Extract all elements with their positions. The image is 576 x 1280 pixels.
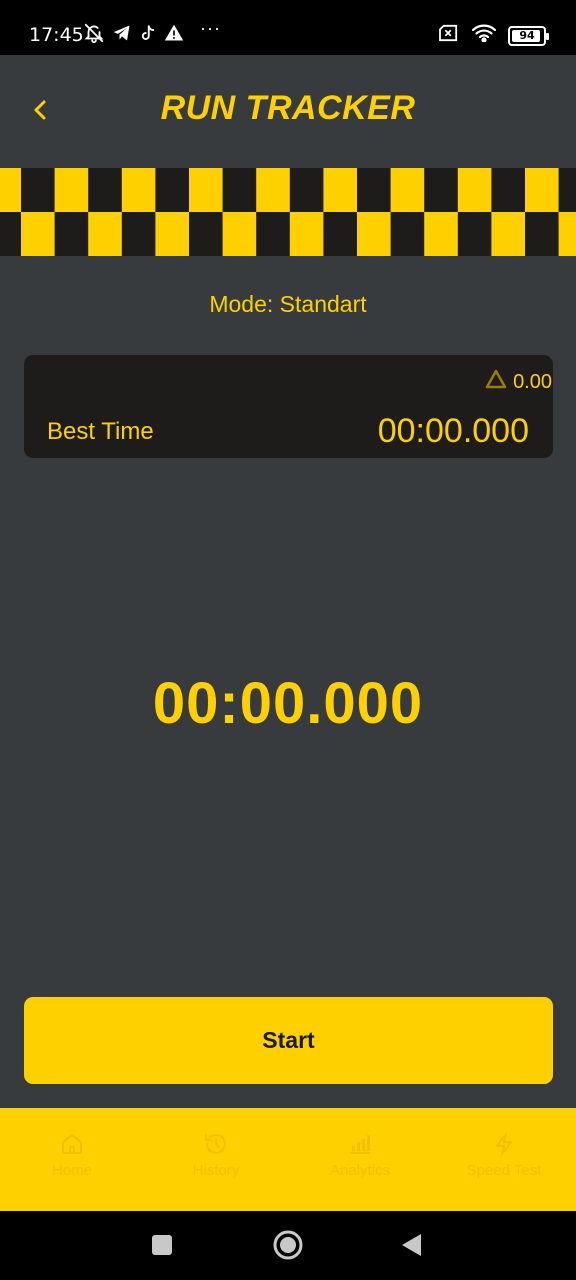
checker-square <box>491 212 526 256</box>
checker-square <box>54 168 89 212</box>
mode-label: Mode: Standart <box>209 291 367 317</box>
checker-square <box>289 168 324 212</box>
checker-square <box>54 212 89 256</box>
checker-square <box>0 212 22 256</box>
checker-square <box>390 212 425 256</box>
history-icon <box>203 1132 229 1156</box>
checker-square <box>323 168 358 212</box>
battery-level: 94 <box>519 29 535 42</box>
warning-icon <box>164 23 184 43</box>
checker-square <box>424 212 459 256</box>
recents-button[interactable] <box>151 1234 173 1261</box>
status-notification-icons <box>83 22 184 44</box>
nav-label: Speed Test <box>466 1162 542 1179</box>
checker-square <box>256 212 291 256</box>
checker-square <box>88 168 123 212</box>
checker-square <box>222 212 257 256</box>
status-system-icons: 94 <box>438 24 549 47</box>
best-time-value: 00:00.000 <box>377 412 529 450</box>
system-nav-bar <box>0 1211 576 1280</box>
delta-icon <box>485 369 507 395</box>
checker-square <box>21 212 56 256</box>
checker-square <box>256 168 291 212</box>
nav-item-speed-test[interactable]: Speed Test <box>432 1108 576 1211</box>
status-bar: 17:45 ··· 94 <box>0 0 576 55</box>
checker-square <box>323 212 358 256</box>
home-button[interactable] <box>272 1229 304 1266</box>
checker-square <box>525 168 560 212</box>
tiktok-icon <box>139 23 157 43</box>
timer-display: 00:00.000 <box>152 671 424 736</box>
battery-icon: 94 <box>508 25 549 46</box>
start-button[interactable]: Start <box>24 997 553 1084</box>
checker-square <box>121 212 156 256</box>
delta-value: 0.00 <box>513 370 552 393</box>
telegram-icon <box>112 23 132 43</box>
checker-square <box>491 168 526 212</box>
checker-square <box>457 168 492 212</box>
checker-square <box>558 212 576 256</box>
home-icon <box>60 1132 84 1156</box>
checker-square <box>558 168 576 212</box>
sim-off-icon <box>438 24 460 47</box>
status-time: 17:45 <box>29 24 84 46</box>
nav-item-history[interactable]: History <box>144 1108 288 1211</box>
checkered-flag-banner <box>0 168 576 256</box>
checker-square <box>0 168 22 212</box>
checker-square <box>21 168 56 212</box>
checker-square <box>457 212 492 256</box>
status-more-icon: ··· <box>200 18 221 38</box>
checker-square <box>357 212 392 256</box>
checker-square <box>88 212 123 256</box>
best-time-label: Best Time <box>47 418 154 445</box>
delta-indicator: 0.00 <box>485 369 552 395</box>
analytics-icon <box>348 1132 372 1156</box>
checker-square <box>424 168 459 212</box>
app-header: RUN TRACKER <box>0 55 576 168</box>
wifi-icon <box>471 24 497 47</box>
nav-label: Home <box>51 1162 92 1179</box>
checker-square <box>155 168 190 212</box>
nav-label: Analytics <box>329 1162 391 1179</box>
checker-square <box>357 168 392 212</box>
checker-square <box>222 168 257 212</box>
checker-square <box>289 212 324 256</box>
back-nav-button[interactable] <box>400 1233 422 1262</box>
lightning-icon <box>493 1132 515 1156</box>
nav-item-home[interactable]: Home <box>0 1108 144 1211</box>
checker-square <box>390 168 425 212</box>
bottom-nav: Home History Analytics Speed Test <box>0 1108 576 1211</box>
checker-square <box>189 212 224 256</box>
checker-square <box>525 212 560 256</box>
checker-square <box>121 168 156 212</box>
checker-square <box>155 212 190 256</box>
page-title: RUN TRACKER <box>160 89 416 127</box>
nav-label: History <box>192 1162 240 1179</box>
nav-item-analytics[interactable]: Analytics <box>288 1108 432 1211</box>
checker-square <box>189 168 224 212</box>
muted-bell-icon <box>83 22 105 44</box>
